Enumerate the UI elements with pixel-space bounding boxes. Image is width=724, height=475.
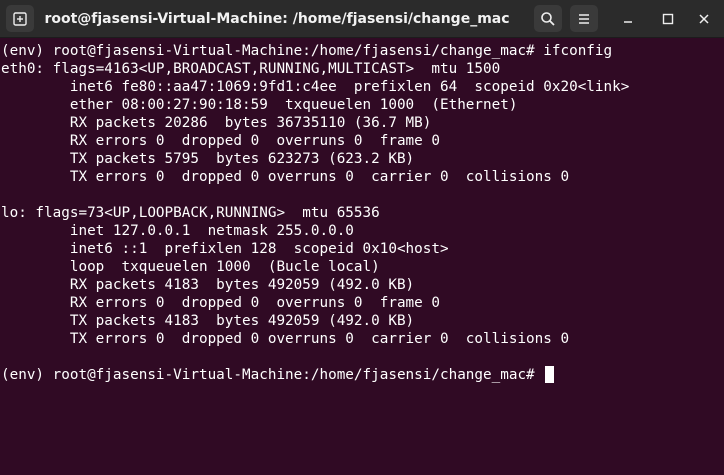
terminal-line: ether 08:00:27:90:18:59 txqueuelen 1000 … — [1, 97, 518, 113]
terminal-line: RX errors 0 dropped 0 overruns 0 frame 0 — [1, 295, 440, 311]
terminal-line: TX errors 0 dropped 0 overruns 0 carrier… — [1, 169, 570, 185]
terminal-line: inet6 fe80::aa47:1069:9fd1:c4ee prefixle… — [1, 79, 630, 95]
terminal-line: inet6 ::1 prefixlen 128 scopeid 0x10<hos… — [1, 241, 449, 257]
hamburger-menu-icon — [576, 11, 592, 27]
terminal-line: RX packets 20286 bytes 36735110 (36.7 MB… — [1, 115, 432, 131]
terminal-output[interactable]: (env) root@fjasensi-Virtual-Machine:/hom… — [0, 42, 724, 475]
minimize-icon — [622, 13, 634, 25]
title-bar: root@fjasensi-Virtual-Machine: /home/fja… — [0, 0, 724, 38]
search-icon — [540, 11, 556, 27]
menu-button[interactable] — [570, 5, 598, 32]
terminal-line: TX packets 4183 bytes 492059 (492.0 KB) — [1, 313, 415, 329]
new-tab-icon — [12, 11, 28, 27]
terminal-line: inet 127.0.0.1 netmask 255.0.0.0 — [1, 223, 354, 239]
terminal-line: (env) root@fjasensi-Virtual-Machine:/hom… — [1, 43, 613, 59]
shell-prompt: (env) root@fjasensi-Virtual-Machine:/hom… — [1, 367, 544, 383]
terminal-line: RX packets 4183 bytes 492059 (492.0 KB) — [1, 277, 415, 293]
window-title: root@fjasensi-Virtual-Machine: /home/fja… — [44, 11, 510, 27]
terminal-line: TX packets 5795 bytes 623273 (623.2 KB) — [1, 151, 415, 167]
search-button[interactable] — [534, 5, 562, 32]
terminal-line: TX errors 0 dropped 0 overruns 0 carrier… — [1, 331, 570, 347]
terminal-line: lo: flags=73<UP,LOOPBACK,RUNNING> mtu 65… — [1, 205, 380, 221]
text-cursor — [545, 366, 555, 383]
maximize-icon — [662, 13, 674, 25]
close-button[interactable] — [690, 5, 718, 32]
new-tab-button[interactable] — [6, 5, 34, 32]
terminal-line: loop txqueuelen 1000 (Bucle local) — [1, 259, 380, 275]
terminal-window: root@fjasensi-Virtual-Machine: /home/fja… — [0, 0, 724, 475]
terminal-prompt-line[interactable]: (env) root@fjasensi-Virtual-Machine:/hom… — [1, 366, 724, 384]
close-icon — [698, 13, 710, 25]
minimize-button[interactable] — [614, 5, 642, 32]
terminal-line: eth0: flags=4163<UP,BROADCAST,RUNNING,MU… — [1, 61, 501, 77]
terminal-line: RX errors 0 dropped 0 overruns 0 frame 0 — [1, 133, 440, 149]
maximize-button[interactable] — [654, 5, 682, 32]
